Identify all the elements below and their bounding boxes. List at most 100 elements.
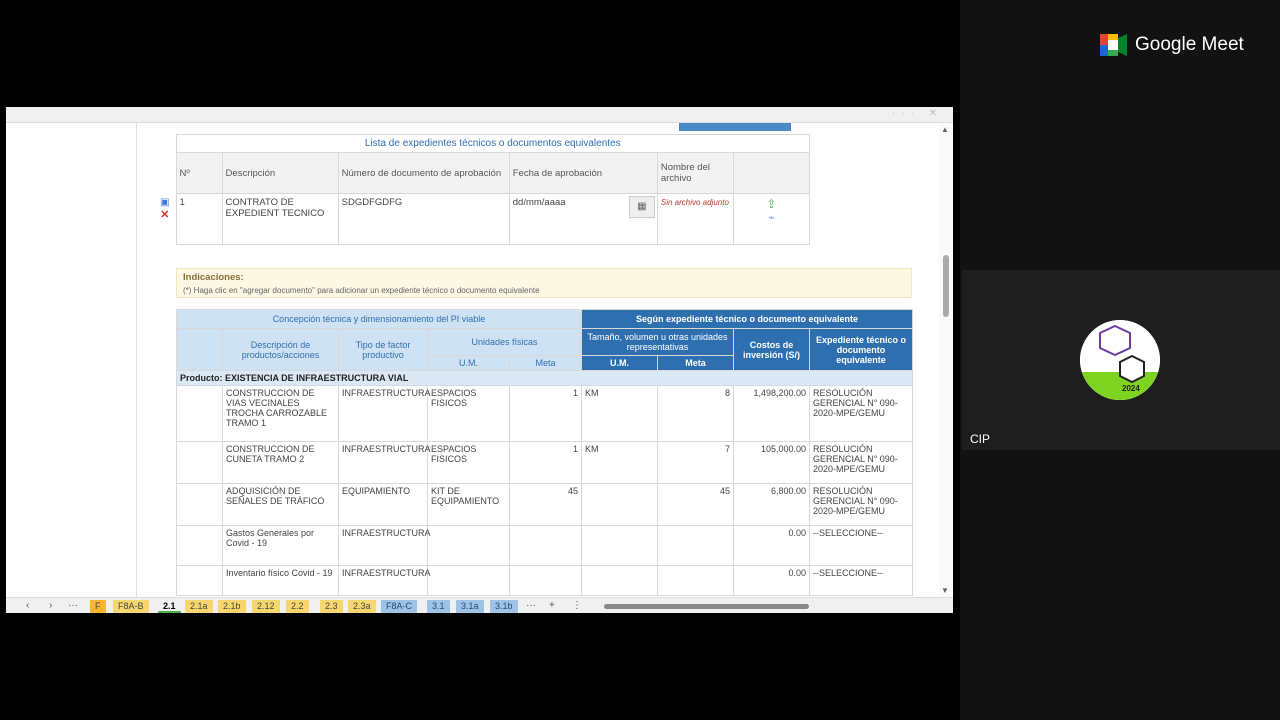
more-sheets-icon[interactable]: ··· <box>68 600 78 611</box>
row-meta2[interactable] <box>657 525 735 566</box>
google-meet-logo-icon <box>1100 34 1127 56</box>
row-meta2[interactable] <box>657 565 735 596</box>
sheet-tab[interactable]: 2.12 <box>252 600 280 613</box>
calendar-icon[interactable]: ▦ <box>628 196 655 218</box>
row-cost[interactable]: 0.00 <box>733 565 811 596</box>
row-meta[interactable]: 45 <box>508 483 583 526</box>
row-desc: Inventario físico Covid - 19 <box>222 565 339 596</box>
horizontal-scrollbar[interactable] <box>598 604 938 609</box>
table-row: ▣ ✕ 1 CONTRATO DE EXPEDIENT TECNICO SDGD… <box>154 193 811 245</box>
row-meta[interactable] <box>508 565 583 596</box>
col-doc-number: Número de documento de aprobación <box>337 152 510 194</box>
spreadsheet-content: Lista de expedientes técnicos o document… <box>136 123 936 597</box>
table-row: Inventario físico Covid - 19 INFRAESTRUC… <box>176 565 914 596</box>
row-um <box>427 525 510 566</box>
row-type: INFRAESTRUCTURA <box>338 385 431 442</box>
row-type: INFRAESTRUCTURA <box>338 565 431 596</box>
row-doc-number[interactable]: SDGDFGDFG <box>337 193 510 245</box>
header-segun-expediente: Según expediente técnico o documento equ… <box>581 309 914 329</box>
row-meta2[interactable]: 8 <box>657 385 735 442</box>
row-number: 1 <box>175 193 223 245</box>
no-file-text: Sin archivo adjunto <box>660 198 729 207</box>
row-cost[interactable]: 1,498,200.00 <box>733 385 811 442</box>
participant-name: CIP <box>970 432 991 446</box>
more-tabs-icon[interactable]: ··· <box>526 600 536 611</box>
sheet-tab[interactable]: F8A-C <box>381 600 418 613</box>
row-type: EQUIPAMIENTO <box>338 483 428 526</box>
row-file[interactable]: RESOLUCIÓN GERENCIAL N° 090-2020-MPE/GEM… <box>809 483 914 526</box>
sheet-tab[interactable]: 2.1a <box>185 600 213 613</box>
add-sheet-icon[interactable]: + <box>549 600 555 611</box>
row-um2: KM <box>581 441 659 484</box>
row-file[interactable]: RESOLUCIÓN GERENCIAL N° 090-2020-MPE/GEM… <box>809 441 914 484</box>
sheet-tab[interactable]: 3.1b <box>490 600 518 613</box>
row-um2: KM <box>581 385 659 442</box>
products-table: Concepción técnica y dimensionamiento de… <box>175 309 914 596</box>
sheet-tab[interactable]: 3.1a <box>456 600 484 613</box>
next-sheet-icon[interactable]: › <box>49 600 52 611</box>
table-row: Gastos Generales por Covid - 19 INFRAEST… <box>176 525 914 566</box>
header-um2: U.M. <box>581 355 659 371</box>
row-meta2[interactable]: 45 <box>657 483 735 526</box>
header-concepcion: Concepción técnica y dimensionamiento de… <box>175 309 583 329</box>
scroll-down-icon[interactable]: ▼ <box>941 586 949 595</box>
documents-table-title: Lista de expedientes técnicos o document… <box>175 134 811 153</box>
sheet-tab[interactable]: 2.3 <box>320 600 343 613</box>
col-file-name: Nombre del archivo <box>656 152 734 194</box>
row-date-cell[interactable]: dd/mm/aaaa ▦ <box>508 193 658 245</box>
save-icon[interactable]: ▣ <box>157 197 173 208</box>
header-um: U.M. <box>427 355 510 371</box>
row-cost[interactable]: 6,800.00 <box>733 483 811 526</box>
col-number: Nº <box>175 152 223 194</box>
scroll-up-icon[interactable]: ▲ <box>941 125 949 134</box>
table-row: CONSTRUCCION DE CUNETA TRAMO 2 INFRAESTR… <box>176 441 914 484</box>
row-desc: CONSTRUCCION DE CUNETA TRAMO 2 <box>222 441 339 484</box>
options-icon[interactable]: ⋮ <box>572 600 582 611</box>
row-um <box>427 565 510 596</box>
header-technical-file: Expediente técnico o documento equivalen… <box>809 328 914 371</box>
row-type: INFRAESTRUCTURA <box>338 441 431 484</box>
sheet-tab[interactable]: F8A-B <box>113 600 149 613</box>
sheet-tab-bar: ‹ › ··· F F8A-B 2.1 2.1a 2.1b 2.12 2.2 2.3 2.3a F… <box>6 597 953 613</box>
table-row: CONSTRUCCION DE VIAS VECINALES TROCHA CA… <box>176 385 914 442</box>
sheet-tab[interactable]: F <box>90 600 106 613</box>
delete-icon[interactable]: ✕ <box>157 208 173 221</box>
row-meta[interactable] <box>508 525 583 566</box>
vertical-scrollbar[interactable]: ▲ ▼ <box>939 123 953 597</box>
row-file[interactable]: --SELECCIONE-- <box>809 565 914 596</box>
row-cost[interactable]: 105,000.00 <box>733 441 811 484</box>
sheet-tab[interactable]: 2.3a <box>348 600 376 613</box>
sheet-tab[interactable]: 2.1 <box>158 600 181 613</box>
row-meta2[interactable]: 7 <box>657 441 735 484</box>
product-label: Producto: EXISTENCIA DE INFRAESTRUCTURA … <box>175 370 914 386</box>
row-cost[interactable]: 0.00 <box>733 525 811 566</box>
row-meta[interactable]: 1 <box>508 385 583 442</box>
table-row: ADQUISICIÓN DE SEÑALES DE TRÁFICO EQUIPA… <box>176 483 914 526</box>
add-document-button[interactable] <box>679 123 791 131</box>
row-um: ESPACIOS FISICOS <box>427 441 510 484</box>
indications-title: Indicaciones: <box>183 272 244 283</box>
row-um2 <box>581 565 659 596</box>
header-factor-type: Tipo de factor productivo <box>338 328 428 371</box>
prev-sheet-icon[interactable]: ‹ <box>26 600 29 611</box>
window-controls[interactable]: ··· ✕ <box>892 108 943 119</box>
indications-text: (*) Haga clic en "agregar documento" par… <box>183 286 540 295</box>
upload-icon[interactable]: ⇪ <box>737 197 806 211</box>
row-desc: Gastos Generales por Covid - 19 <box>222 525 339 566</box>
sheet-tab[interactable]: 3.1 <box>427 600 450 613</box>
attach-icon[interactable]: ⌁ <box>737 211 806 224</box>
scroll-thumb[interactable] <box>943 255 949 317</box>
row-description: CONTRATO DE EXPEDIENT TECNICO <box>221 193 339 245</box>
row-um: KIT DE EQUIPAMIENTO <box>427 483 510 526</box>
header-investment-cost: Costos de inversión (S/) <box>733 328 811 371</box>
row-file[interactable]: RESOLUCIÓN GERENCIAL N° 090-2020-MPE/GEM… <box>809 385 914 442</box>
sheet-tab[interactable]: 2.1b <box>218 600 246 613</box>
date-input[interactable]: dd/mm/aaaa <box>513 197 566 208</box>
indications-box: Indicaciones: (*) Haga clic en "agregar … <box>176 268 912 298</box>
row-um: ESPACIOS FISICOS <box>427 385 510 442</box>
horizontal-scroll-thumb[interactable] <box>604 604 809 609</box>
header-meta: Meta <box>508 355 583 371</box>
row-meta[interactable]: 1 <box>508 441 583 484</box>
sheet-tab[interactable]: 2.2 <box>286 600 309 613</box>
row-file[interactable]: --SELECCIONE-- <box>809 525 914 566</box>
